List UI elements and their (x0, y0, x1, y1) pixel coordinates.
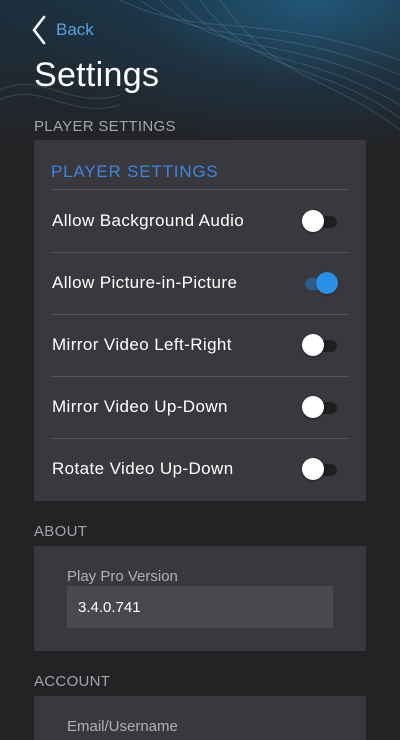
rotate-up-down-toggle[interactable] (302, 458, 338, 480)
setting-label: Allow Picture-in-Picture (52, 273, 238, 292)
setting-row-rotate-up-down[interactable]: Rotate Video Up-Down (34, 438, 366, 500)
background-audio-toggle[interactable] (302, 210, 338, 232)
version-value: 3.4.0.741 (78, 598, 141, 616)
player-settings-card: PLAYER SETTINGS Allow Background Audio A… (34, 140, 366, 501)
setting-row-mirror-left-right[interactable]: Mirror Video Left-Right (34, 314, 366, 376)
mirror-left-right-toggle[interactable] (302, 334, 338, 356)
toggle-knob (316, 272, 338, 294)
email-label: Email/Username (67, 718, 178, 735)
back-button[interactable]: Back (32, 12, 94, 48)
chevron-left-icon (32, 15, 46, 45)
setting-label: Allow Background Audio (52, 211, 245, 230)
account-card: Email/Username (34, 696, 366, 740)
picture-in-picture-toggle[interactable] (302, 272, 338, 294)
toggle-knob (302, 334, 324, 356)
setting-label: Mirror Video Up-Down (52, 397, 228, 416)
about-card: Play Pro Version 3.4.0.741 (34, 546, 366, 651)
page-title: Settings (34, 56, 160, 94)
section-header-player: PLAYER SETTINGS (34, 118, 176, 135)
toggle-knob (302, 458, 324, 480)
setting-row-picture-in-picture[interactable]: Allow Picture-in-Picture (34, 252, 366, 314)
card-title-player: PLAYER SETTINGS (51, 162, 219, 181)
setting-label: Rotate Video Up-Down (52, 459, 234, 478)
toggle-knob (302, 210, 324, 232)
back-label: Back (56, 20, 94, 39)
setting-row-mirror-up-down[interactable]: Mirror Video Up-Down (34, 376, 366, 438)
setting-row-background-audio[interactable]: Allow Background Audio (34, 190, 366, 252)
version-label: Play Pro Version (67, 568, 178, 585)
setting-label: Mirror Video Left-Right (52, 335, 232, 354)
section-header-about: ABOUT (34, 523, 88, 540)
version-field: 3.4.0.741 (67, 586, 333, 628)
toggle-knob (302, 396, 324, 418)
mirror-up-down-toggle[interactable] (302, 396, 338, 418)
section-header-account: ACCOUNT (34, 673, 111, 690)
